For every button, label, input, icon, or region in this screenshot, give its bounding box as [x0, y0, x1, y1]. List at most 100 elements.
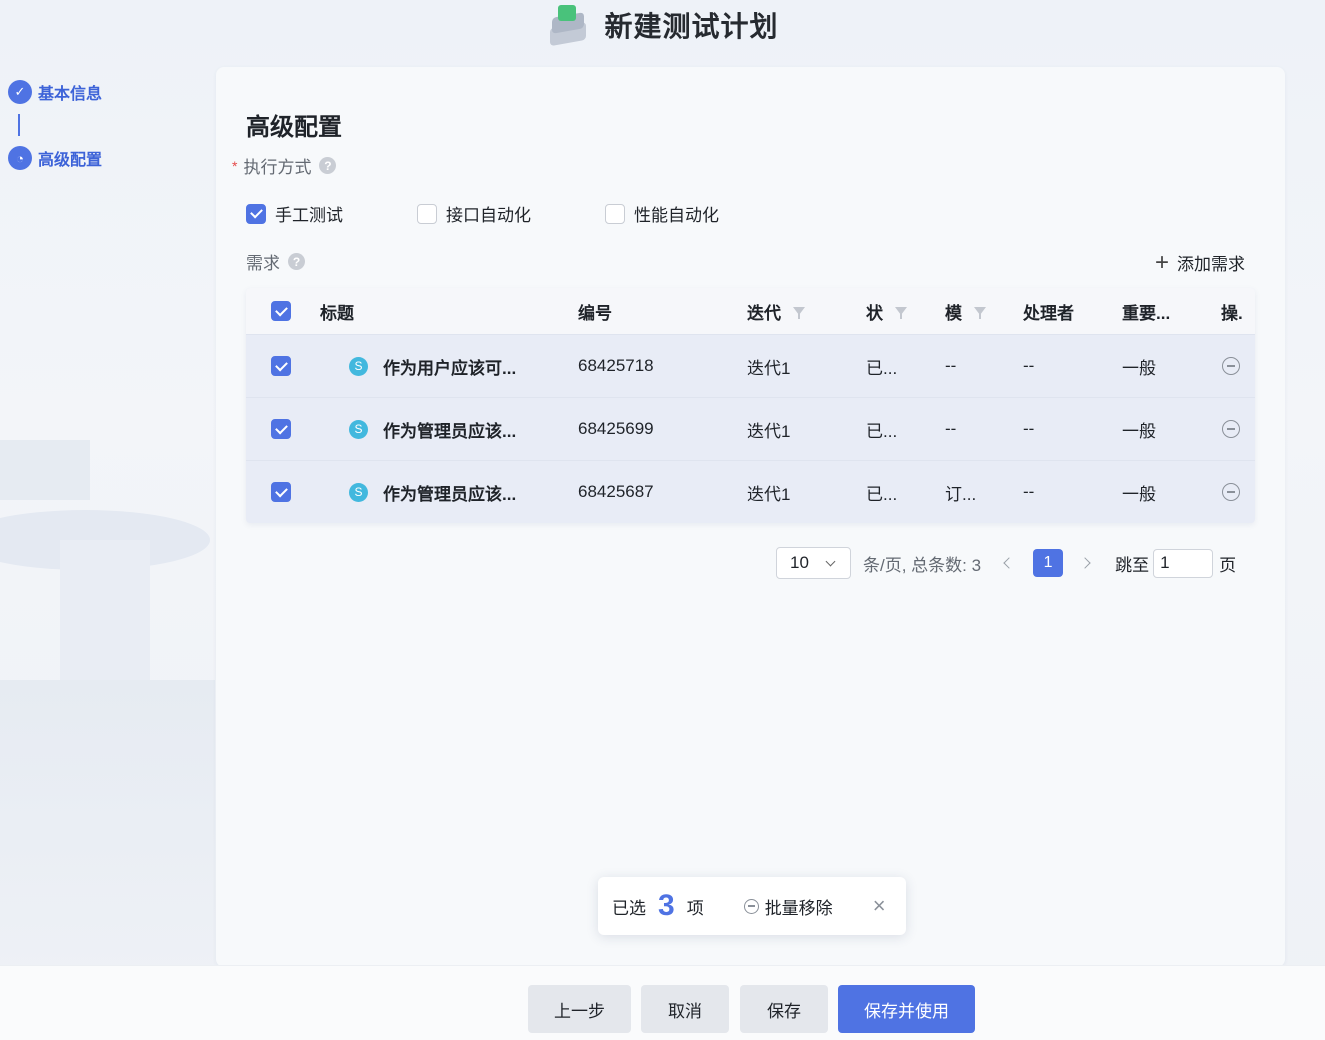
story-badge-icon: S: [349, 419, 368, 439]
save-and-use-button[interactable]: 保存并使用: [838, 985, 975, 1033]
filter-icon[interactable]: [974, 307, 986, 319]
batch-remove-button[interactable]: 批量移除: [743, 894, 833, 919]
row-module: --: [945, 356, 957, 375]
add-requirement-button[interactable]: + 添加需求: [1155, 250, 1245, 275]
page-header: 新建测试计划: [0, 0, 1325, 50]
pagination: 10 条/页, 总条数: 3 1 跳至 页: [776, 547, 1236, 579]
option-label: 接口自动化: [446, 206, 531, 225]
checkbox-checked[interactable]: [246, 203, 266, 224]
chevron-down-icon: [825, 556, 836, 567]
cancel-button[interactable]: 取消: [641, 985, 729, 1033]
page-number[interactable]: 1: [1033, 549, 1064, 577]
jump-page-input[interactable]: [1153, 548, 1214, 578]
step-basic-info[interactable]: ✓ 基本信息: [8, 80, 102, 104]
selected-suffix: 项: [686, 898, 704, 918]
row-status: 已...: [866, 484, 898, 504]
batch-remove-label: 批量移除: [764, 898, 833, 918]
row-title[interactable]: S 作为管理员应该...: [349, 480, 516, 505]
row-status: 已...: [866, 421, 898, 441]
step-label: 基本信息: [38, 86, 103, 103]
header-iteration: 迭代: [747, 299, 805, 324]
table-header: 标题 编号 迭代 状 模 处理者 重要... 操.: [246, 288, 1255, 334]
row-module: 订...: [945, 484, 977, 504]
story-badge-icon: S: [349, 482, 368, 502]
page-suffix: 页: [1219, 555, 1237, 575]
row-title[interactable]: S 作为用户应该可...: [349, 354, 516, 379]
exec-mode-label: * 执行方式 ?: [232, 153, 337, 178]
filter-icon[interactable]: [793, 307, 805, 319]
jump-label: 跳至: [1115, 555, 1150, 575]
page-title: 新建测试计划: [604, 11, 779, 42]
plus-icon: +: [1154, 248, 1169, 276]
row-checkbox[interactable]: [271, 356, 291, 376]
page-size-value: 10: [790, 553, 809, 572]
exec-mode-options: 手工测试 接口自动化 性能自动化: [246, 201, 793, 226]
story-badge-icon: S: [349, 356, 368, 376]
next-page-icon[interactable]: [1079, 557, 1091, 569]
row-priority: 一般: [1122, 484, 1156, 504]
close-icon[interactable]: ×: [873, 893, 886, 919]
row-iteration: 迭代1: [747, 421, 791, 441]
section-title: 高级配置: [246, 114, 342, 141]
selected-count: 3: [658, 889, 675, 922]
row-title[interactable]: S 作为管理员应该...: [349, 417, 516, 442]
checkbox[interactable]: [417, 203, 437, 224]
selection-bar: 已选 3 项 批量移除 ×: [598, 877, 906, 935]
row-checkbox[interactable]: [271, 482, 291, 502]
row-handler: --: [1023, 482, 1035, 501]
option-manual-test[interactable]: 手工测试: [246, 201, 343, 226]
row-checkbox[interactable]: [271, 419, 291, 439]
prev-step-button[interactable]: 上一步: [528, 985, 631, 1033]
step-connector: [18, 114, 20, 136]
help-icon[interactable]: ?: [319, 157, 337, 174]
clock-icon: ◔: [8, 146, 32, 170]
exec-mode-text: 执行方式: [243, 158, 312, 177]
remove-icon[interactable]: [1222, 483, 1240, 501]
checkbox[interactable]: [605, 203, 625, 224]
table-row[interactable]: S 作为用户应该可... 68425718 迭代1 已... -- -- 一般: [246, 334, 1255, 397]
requirements-label: 需求 ?: [246, 249, 305, 274]
step-label: 高级配置: [38, 152, 103, 169]
option-perf-automation[interactable]: 性能自动化: [605, 201, 719, 226]
row-module: --: [945, 419, 957, 438]
row-iteration: 迭代1: [747, 484, 791, 504]
row-priority: 一般: [1122, 421, 1156, 441]
header-module: 模: [945, 299, 986, 324]
option-label: 性能自动化: [634, 206, 719, 225]
requirements-table: 标题 编号 迭代 状 模 处理者 重要... 操. S 作为用户应该可... 68…: [246, 288, 1255, 523]
step-nav: ✓ 基本信息 ◔ 高级配置: [8, 80, 102, 170]
remove-icon[interactable]: [1222, 357, 1240, 375]
select-all-checkbox[interactable]: [271, 301, 291, 321]
option-label: 手工测试: [275, 206, 343, 225]
prev-page-icon[interactable]: [1003, 557, 1015, 569]
layers-icon: [546, 3, 590, 47]
row-priority: 一般: [1122, 358, 1156, 378]
step-advanced-config[interactable]: ◔ 高级配置: [8, 146, 102, 170]
total-count: 条/页, 总条数: 3: [863, 555, 982, 575]
row-status: 已...: [866, 358, 898, 378]
header-status: 状: [866, 299, 907, 324]
row-id: 68425699: [578, 419, 654, 438]
row-iteration: 迭代1: [747, 358, 791, 378]
table-row[interactable]: S 作为管理员应该... 68425687 迭代1 已... 订... -- 一般: [246, 460, 1255, 523]
header-priority: 重要...: [1122, 303, 1171, 323]
row-id: 68425718: [578, 356, 654, 375]
table-row[interactable]: S 作为管理员应该... 68425699 迭代1 已... -- -- 一般: [246, 397, 1255, 460]
remove-icon[interactable]: [1222, 420, 1240, 438]
remove-icon: [743, 898, 759, 914]
row-handler: --: [1023, 419, 1035, 438]
requirements-text: 需求: [246, 254, 280, 273]
header-title: 标题: [320, 303, 354, 323]
header-ops: 操.: [1221, 303, 1243, 323]
page-size-select[interactable]: 10: [776, 547, 851, 579]
footer-actions: 上一步 取消 保存 保存并使用: [0, 965, 1325, 1040]
filter-icon[interactable]: [895, 307, 907, 319]
help-icon[interactable]: ?: [288, 253, 305, 270]
row-id: 68425687: [578, 482, 654, 501]
row-handler: --: [1023, 356, 1035, 375]
save-button[interactable]: 保存: [740, 985, 828, 1033]
option-api-automation[interactable]: 接口自动化: [417, 201, 531, 226]
add-requirement-label: 添加需求: [1177, 255, 1245, 274]
required-mark: *: [232, 157, 238, 174]
check-icon: ✓: [8, 80, 32, 104]
